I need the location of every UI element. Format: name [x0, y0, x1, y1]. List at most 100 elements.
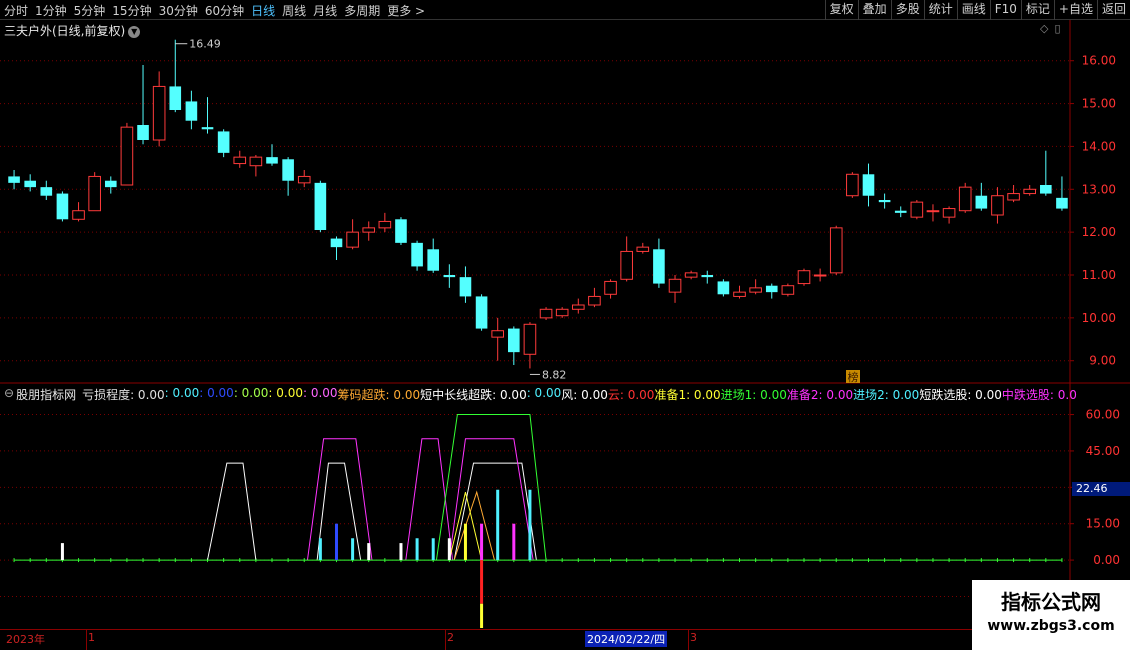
- period-tab-3[interactable]: 15分钟: [112, 2, 151, 19]
- cursor-date: 2024/02/22/四: [585, 631, 668, 647]
- candle-body: [395, 219, 407, 243]
- candle-body: [378, 220, 392, 229]
- candle-body: [120, 126, 134, 186]
- candle-body: [104, 180, 117, 188]
- candle-body: [797, 270, 811, 285]
- indicator-tick-label: 0.00: [1093, 553, 1120, 567]
- candle-body: [539, 308, 553, 319]
- time-separator: [86, 630, 87, 650]
- candle-body: [523, 323, 537, 355]
- candle-body: [717, 281, 730, 295]
- price-tick-label: 14.00: [1082, 139, 1116, 153]
- tool-button-4[interactable]: 画线: [956, 0, 990, 20]
- candle-body: [894, 210, 907, 213]
- price-tick-label: 15.00: [1082, 97, 1116, 111]
- indicator-field-5: : 0.00: [302, 386, 338, 400]
- tool-button-2[interactable]: 多股: [890, 0, 924, 20]
- indicator-field-14: 进场2: 0.00: [853, 388, 920, 402]
- indicator-field-7: 短中长线超跌: 0.00: [420, 388, 527, 402]
- candle-body: [362, 227, 376, 233]
- indicator-name[interactable]: 股朋指标网: [16, 386, 76, 403]
- candle-body: [1040, 185, 1052, 194]
- candle-body: [733, 291, 746, 297]
- period-tab-0[interactable]: 分时: [4, 2, 28, 19]
- candle-body: [314, 182, 327, 230]
- time-label-1: 1: [88, 631, 95, 644]
- tool-button-8[interactable]: 返回: [1096, 0, 1130, 20]
- candle-body: [508, 328, 520, 353]
- time-label-0: 2023年: [6, 633, 45, 646]
- tool-button-7[interactable]: +自选: [1053, 0, 1097, 20]
- candle-body: [749, 287, 762, 293]
- tool-button-3[interactable]: 统计: [923, 0, 957, 20]
- time-label-2: 2: [447, 631, 454, 644]
- candle-body: [942, 208, 956, 218]
- period-tab-4[interactable]: 30分钟: [159, 2, 198, 19]
- price-tick-label: 13.00: [1082, 182, 1116, 196]
- indicator-series-line: [453, 490, 495, 561]
- time-label-3: 3: [690, 631, 697, 644]
- candle-body: [1056, 197, 1068, 209]
- indicator-field-2: : 0.00: [199, 386, 234, 400]
- indicator-header: ⊖ 股朋指标网 亏损程度: 0.00 : 0.00 : 0.00 : 0.00 …: [4, 386, 1077, 403]
- period-tab-1[interactable]: 1分钟: [35, 2, 67, 19]
- watermark: 指标公式网 www.zbgs3.com: [972, 580, 1130, 650]
- tool-button-5[interactable]: F10: [989, 0, 1021, 20]
- chart-canvas[interactable]: 16.0015.0014.0013.0012.0011.0010.009.001…: [0, 20, 1130, 650]
- price-tick-label: 11.00: [1082, 268, 1116, 282]
- tool-button-6[interactable]: 标记: [1020, 0, 1054, 20]
- indicator-field-3: : 0.00: [233, 386, 269, 400]
- price-tick-label: 12.00: [1082, 225, 1116, 239]
- candle-body: [443, 275, 456, 278]
- candle-body: [958, 186, 972, 212]
- period-tab-5[interactable]: 60分钟: [205, 2, 244, 19]
- candle-body: [282, 159, 294, 181]
- candle-body: [297, 175, 311, 184]
- candle-body: [185, 101, 198, 121]
- period-tab-6[interactable]: 日线: [251, 2, 275, 19]
- candle-body: [56, 193, 69, 220]
- chart-area[interactable]: 16.00 15.00 14.00 13.00 12.00 11.00 10.00 9.00 1…: [0, 20, 1130, 650]
- period-tab-10[interactable]: 更多 >: [387, 2, 425, 19]
- diamond-icon[interactable]: ◇: [1040, 22, 1048, 35]
- candle-body: [653, 249, 665, 284]
- chevron-down-icon[interactable]: ▼: [128, 25, 141, 38]
- candle-body: [926, 210, 940, 213]
- tool-button-0[interactable]: 复权: [824, 0, 858, 20]
- indicator-tick-label: 45.00: [1086, 444, 1120, 458]
- period-tab-7[interactable]: 周线: [282, 2, 306, 19]
- indicator-field-4: : 0.00: [268, 386, 303, 400]
- indicator-tick-label: 15.00: [1086, 517, 1120, 531]
- period-tab-8[interactable]: 月线: [313, 2, 337, 19]
- candle-body: [88, 175, 101, 212]
- main-chart-title[interactable]: 三夫户外(日线,前复权) ▼: [4, 22, 141, 39]
- candle-body: [765, 285, 778, 293]
- candle-body: [249, 156, 263, 167]
- indicator-tick-label: 60.00: [1086, 408, 1120, 422]
- indicator-circle-icon[interactable]: ⊖: [4, 386, 14, 403]
- top-toolbar: 分时 1分钟 5分钟 15分钟 30分钟 60分钟 日线 周线 月线 多周期 更多 > 复权 叠加 多股…: [0, 0, 1130, 20]
- candle-body: [475, 296, 488, 329]
- period-tab-2[interactable]: 5分钟: [74, 2, 106, 19]
- candle-body: [459, 277, 472, 297]
- period-tab-9[interactable]: 多周期: [344, 2, 380, 19]
- candle-body: [8, 176, 20, 183]
- indicator-series-line: [306, 438, 373, 561]
- indicator-series-line: [448, 438, 534, 561]
- candle-body: [668, 278, 682, 293]
- panel-toggle-icon[interactable]: ▯: [1054, 22, 1060, 35]
- tool-button-1[interactable]: 叠加: [857, 0, 891, 20]
- candle-body: [411, 242, 423, 267]
- candle-body: [588, 295, 601, 306]
- candle-body: [571, 304, 585, 310]
- candle-body: [1023, 188, 1037, 195]
- candle-body: [620, 250, 633, 280]
- stock-title: 三夫户外(日线,前复权): [4, 24, 126, 38]
- indicator-field-15: 短跌选股: 0.00: [919, 388, 1002, 402]
- candle-body: [684, 272, 698, 278]
- candle-body: [24, 180, 36, 188]
- candle-body: [137, 125, 149, 140]
- watermark-title: 指标公式网: [1001, 590, 1101, 614]
- candle-body: [233, 156, 247, 165]
- indicator-fields: 亏损程度: 0.00 : 0.00 : 0.00 : 0.00 : 0.00 :…: [82, 386, 1077, 403]
